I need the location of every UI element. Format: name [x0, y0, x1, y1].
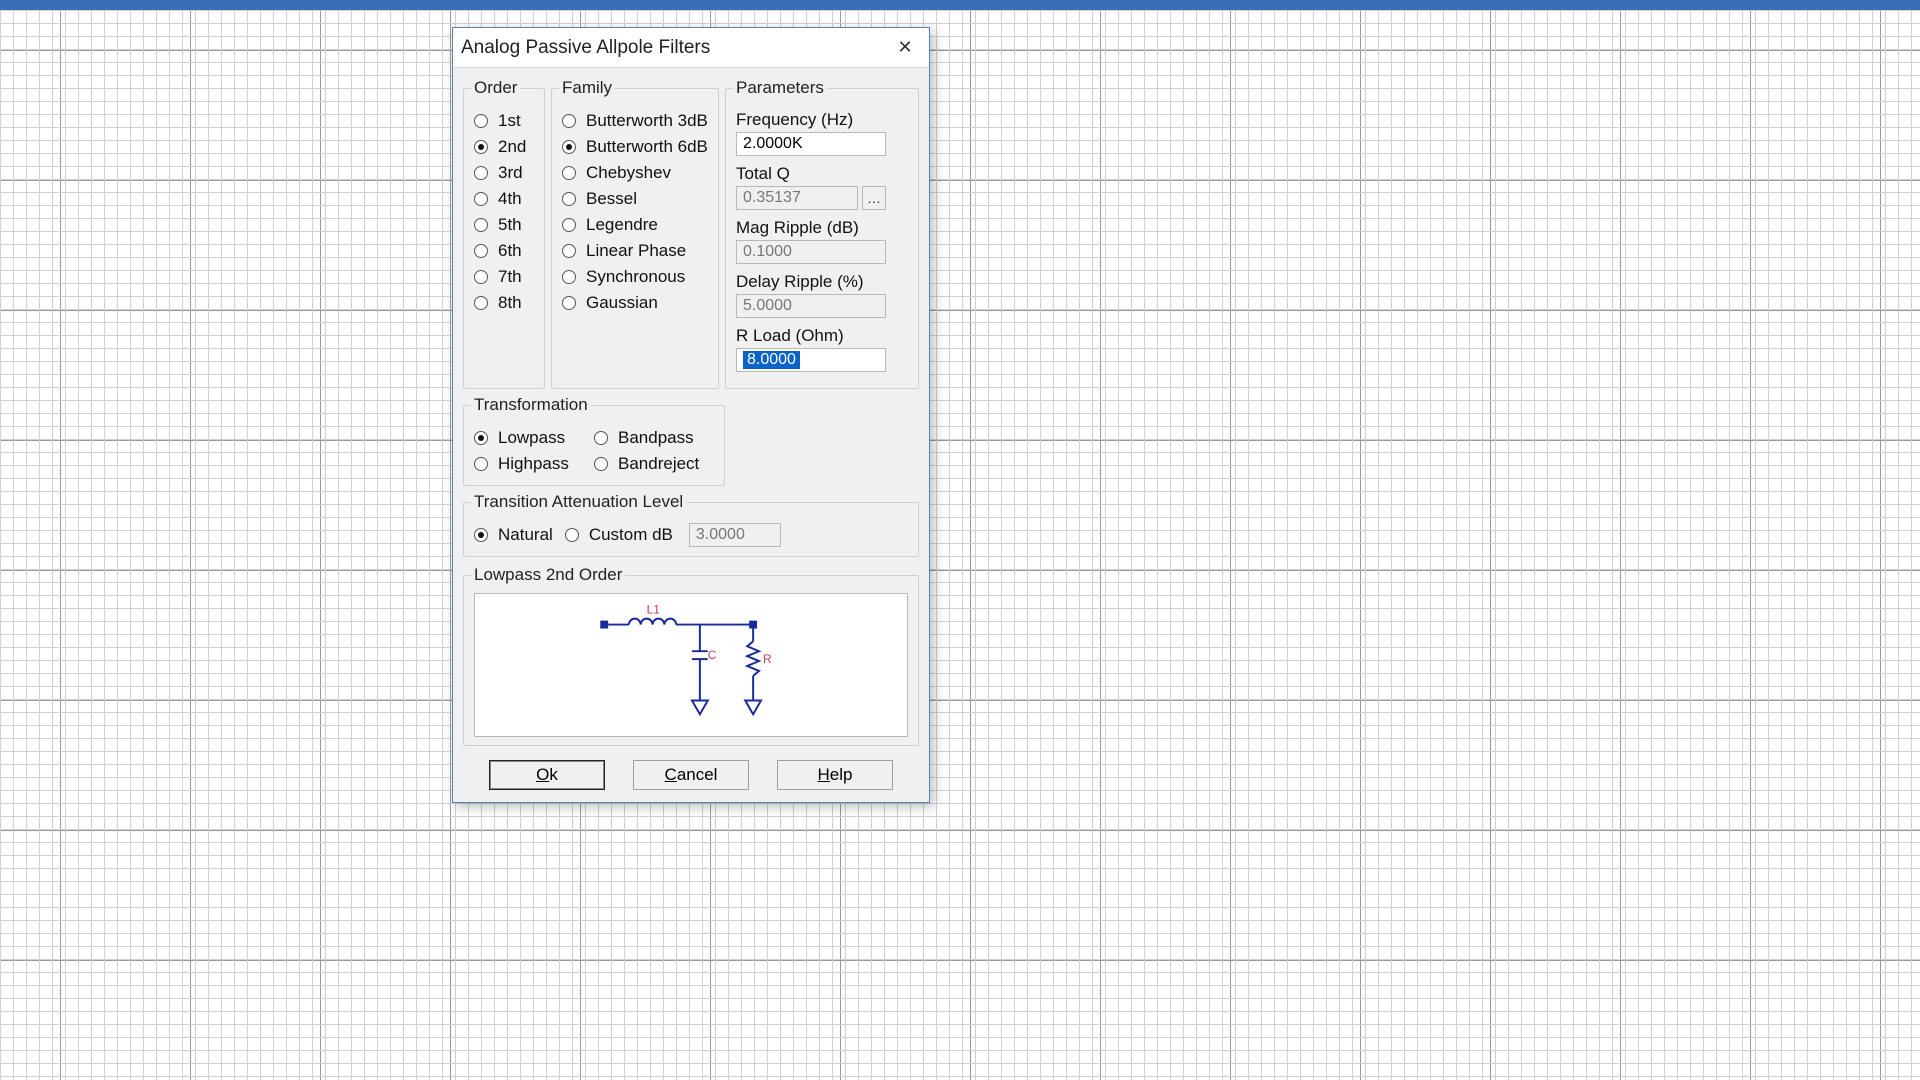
dialog-title: Analog Passive Allpole Filters — [461, 37, 710, 59]
rload-label: R Load (Ohm) — [736, 326, 908, 346]
transformation-radio-bandreject[interactable]: Bandreject — [594, 451, 714, 477]
close-button[interactable]: ✕ — [887, 32, 923, 62]
circuit-diagram-icon: L1 C R — [475, 594, 907, 736]
dialog-button-row: Ok Cancel Help — [463, 760, 919, 790]
transformation-group: Transformation Lowpass Bandpass Highpass… — [463, 395, 725, 486]
magripple-label: Mag Ripple (dB) — [736, 218, 908, 238]
schematic-grid-canvas[interactable] — [0, 10, 1920, 1080]
order-radio-5th[interactable]: 5th — [474, 212, 534, 238]
magripple-input: 0.1000 — [736, 240, 886, 264]
transformation-legend: Transformation — [471, 395, 591, 415]
tal-legend: Transition Attenuation Level — [471, 492, 686, 512]
totalq-label: Total Q — [736, 164, 908, 184]
order-radio-7th[interactable]: 7th — [474, 264, 534, 290]
dialog-titlebar[interactable]: Analog Passive Allpole Filters ✕ — [453, 28, 929, 68]
family-radio-linearphase[interactable]: Linear Phase — [562, 238, 708, 264]
order-radio-2nd[interactable]: 2nd — [474, 134, 534, 160]
transformation-radio-highpass[interactable]: Highpass — [474, 451, 594, 477]
order-radio-8th[interactable]: 8th — [474, 290, 534, 316]
order-group: Order 1st 2nd 3rd 4th 5th 6th 7th 8th — [463, 78, 545, 389]
close-icon: ✕ — [897, 37, 912, 58]
parameters-group: Parameters Frequency (Hz) 2.0000K Total … — [725, 78, 919, 389]
frequency-label: Frequency (Hz) — [736, 110, 908, 130]
cancel-rest: ancel — [677, 765, 718, 784]
preview-group: Lowpass 2nd Order L1 — [463, 565, 919, 746]
totalq-input: 0.35137 — [736, 186, 858, 210]
ok-rest: k — [549, 765, 558, 784]
filter-dialog: Analog Passive Allpole Filters ✕ Order 1… — [452, 27, 930, 803]
order-radio-1st[interactable]: 1st — [474, 108, 534, 134]
order-radio-6th[interactable]: 6th — [474, 238, 534, 264]
family-radio-bw6db[interactable]: Butterworth 6dB — [562, 134, 708, 160]
svg-text:R: R — [763, 652, 772, 666]
family-radio-bw3db[interactable]: Butterworth 3dB — [562, 108, 708, 134]
svg-text:C: C — [708, 648, 717, 662]
tal-radio-natural[interactable]: Natural — [474, 522, 553, 548]
rload-input[interactable]: 8.0000 — [736, 348, 886, 372]
family-radio-legendre[interactable]: Legendre — [562, 212, 708, 238]
family-legend: Family — [559, 78, 615, 98]
preview-legend: Lowpass 2nd Order — [471, 565, 625, 585]
parameters-legend: Parameters — [733, 78, 827, 98]
totalq-more-button[interactable]: … — [862, 186, 886, 210]
transformation-radio-bandpass[interactable]: Bandpass — [594, 425, 714, 451]
family-radio-gaussian[interactable]: Gaussian — [562, 290, 708, 316]
help-button[interactable]: Help — [777, 760, 893, 790]
family-radio-bessel[interactable]: Bessel — [562, 186, 708, 212]
dialog-body: Order 1st 2nd 3rd 4th 5th 6th 7th 8th Fa… — [453, 68, 929, 802]
cancel-button[interactable]: Cancel — [633, 760, 749, 790]
frequency-input[interactable]: 2.0000K — [736, 132, 886, 156]
transformation-radio-lowpass[interactable]: Lowpass — [474, 425, 594, 451]
circuit-preview: L1 C R — [474, 593, 908, 737]
delayripple-label: Delay Ripple (%) — [736, 272, 908, 292]
tal-radio-customdb[interactable]: Custom dB — [565, 522, 673, 548]
delayripple-input: 5.0000 — [736, 294, 886, 318]
ellipsis-icon: … — [867, 190, 881, 206]
family-group: Family Butterworth 3dB Butterworth 6dB C… — [551, 78, 719, 389]
help-rest: elp — [830, 765, 853, 784]
svg-text:L1: L1 — [647, 603, 660, 617]
app-titlebar-strip — [0, 0, 1920, 10]
order-radio-4th[interactable]: 4th — [474, 186, 534, 212]
tal-group: Transition Attenuation Level Natural Cus… — [463, 492, 919, 557]
order-radio-3rd[interactable]: 3rd — [474, 160, 534, 186]
tal-custom-input: 3.0000 — [689, 523, 781, 547]
family-radio-synchronous[interactable]: Synchronous — [562, 264, 708, 290]
family-radio-chebyshev[interactable]: Chebyshev — [562, 160, 708, 186]
ok-button[interactable]: Ok — [489, 760, 605, 790]
order-legend: Order — [471, 78, 520, 98]
